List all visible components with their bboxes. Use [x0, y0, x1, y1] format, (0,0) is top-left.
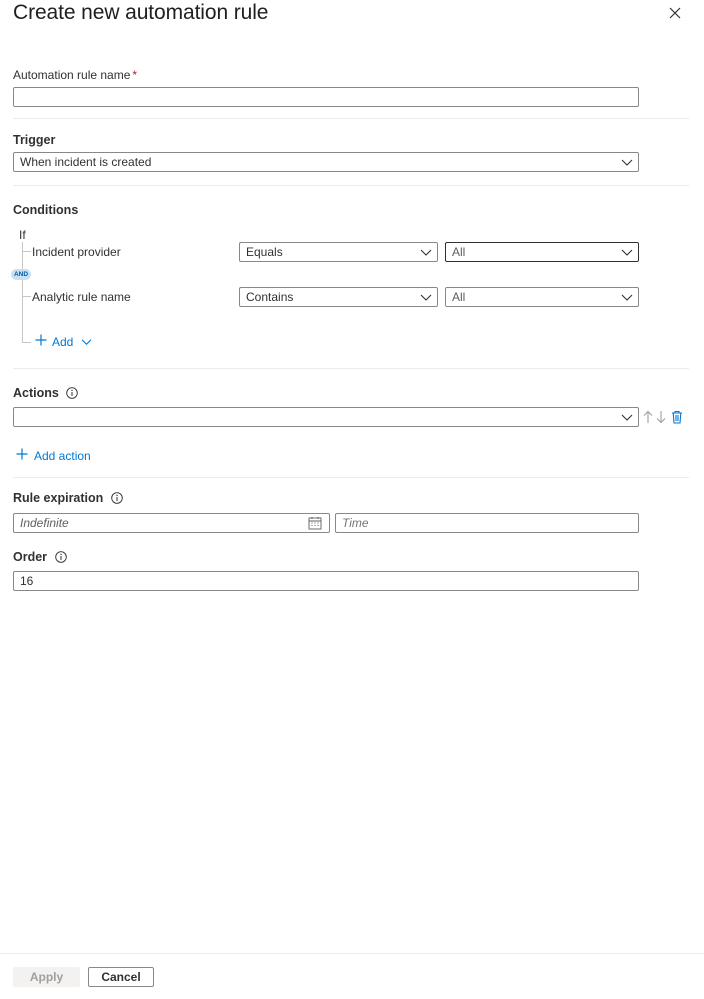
and-badge[interactable]: AND: [11, 269, 31, 280]
order-label: Order: [13, 550, 67, 564]
condition-value-text: All: [452, 290, 466, 304]
trigger-select[interactable]: When incident is created: [13, 152, 639, 172]
chevron-down-icon: [621, 294, 633, 301]
rule-name-label-text: Automation rule name: [13, 68, 131, 82]
trigger-selected-value: When incident is created: [20, 155, 152, 169]
chevron-down-icon: [420, 294, 432, 301]
condition-tree-branch: [22, 296, 31, 297]
footer-divider: [0, 953, 704, 954]
condition-operator-value: Equals: [246, 245, 283, 259]
condition-field-label: Incident provider: [32, 245, 121, 259]
condition-tree-line: [22, 242, 23, 343]
action-select[interactable]: [13, 407, 639, 427]
order-label-text: Order: [13, 550, 48, 564]
move-down-icon[interactable]: [656, 410, 666, 424]
condition-operator-value: Contains: [246, 290, 294, 304]
condition-field-label: Analytic rule name: [32, 290, 131, 304]
divider: [13, 185, 689, 186]
close-button[interactable]: [666, 4, 684, 22]
chevron-down-icon: [621, 249, 633, 256]
chevron-down-icon: [420, 249, 432, 256]
add-condition-button[interactable]: Add: [35, 334, 92, 349]
order-input[interactable]: [13, 571, 639, 591]
rule-expiration-label: Rule expiration: [13, 491, 123, 505]
rule-expiration-label-text: Rule expiration: [13, 491, 104, 505]
conditions-label: Conditions: [13, 203, 79, 217]
add-condition-label: Add: [52, 334, 74, 349]
info-icon[interactable]: [66, 387, 79, 399]
required-mark: *: [132, 68, 138, 82]
expiration-date-input[interactable]: Indefinite: [13, 513, 330, 533]
condition-value-select[interactable]: All: [445, 242, 639, 262]
if-label: If: [19, 228, 26, 242]
divider: [13, 477, 689, 478]
calendar-icon[interactable]: [308, 516, 322, 530]
condition-value-select[interactable]: All: [445, 287, 639, 307]
actions-label: Actions: [13, 386, 79, 400]
condition-tree-branch: [22, 342, 31, 343]
add-action-button[interactable]: Add action: [16, 448, 91, 463]
condition-operator-select[interactable]: Equals: [239, 242, 438, 262]
apply-button[interactable]: Apply: [13, 967, 80, 987]
page-title: Create new automation rule: [13, 1, 269, 24]
rule-name-label: Automation rule name *: [13, 68, 137, 82]
divider: [13, 368, 689, 369]
move-up-icon[interactable]: [643, 410, 653, 424]
divider: [13, 118, 689, 119]
expiration-date-placeholder: Indefinite: [20, 516, 69, 530]
plus-icon: [16, 448, 28, 463]
condition-value-text: All: [452, 245, 466, 259]
actions-label-text: Actions: [13, 386, 59, 400]
chevron-down-icon: [621, 414, 633, 421]
trigger-label: Trigger: [13, 133, 56, 147]
close-icon: [669, 7, 681, 19]
chevron-down-icon: [81, 339, 92, 345]
add-action-label: Add action: [34, 448, 91, 463]
info-icon[interactable]: [54, 551, 67, 563]
expiration-time-input[interactable]: [335, 513, 639, 533]
info-icon[interactable]: [111, 492, 123, 504]
condition-tree-branch: [22, 251, 31, 252]
cancel-button[interactable]: Cancel: [88, 967, 154, 987]
plus-icon: [35, 334, 47, 349]
chevron-down-icon: [621, 159, 633, 166]
rule-name-input[interactable]: [13, 87, 639, 107]
condition-operator-select[interactable]: Contains: [239, 287, 438, 307]
delete-icon[interactable]: [671, 410, 683, 424]
